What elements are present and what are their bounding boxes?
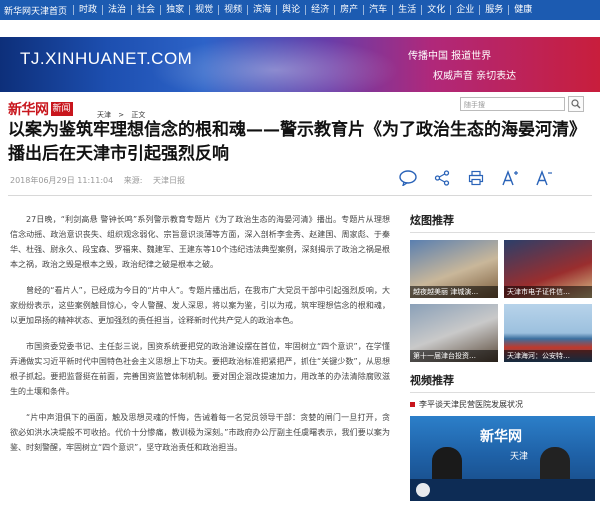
photo-caption: 天津海河：公安特… bbox=[504, 350, 592, 362]
font-increase-icon bbox=[502, 170, 518, 186]
page-title: 以案为鉴筑牢理想信念的根和魂——警示教育片《为了政治生态的海晏河清》播出后在天津… bbox=[8, 120, 586, 164]
share-icon bbox=[434, 170, 450, 186]
article-tools bbox=[398, 168, 554, 188]
banner-slogan-2: 权威声音 亲切表达 bbox=[433, 71, 517, 82]
source-label: 来源: bbox=[123, 176, 143, 185]
nav-item-fangchan[interactable]: 房产 bbox=[334, 5, 363, 15]
nav-item-shehui[interactable]: 社会 bbox=[131, 5, 160, 15]
top-nav: 新华网天津首页 时政 法治 社会 独家 视觉 视频 滨海 舆论 经济 房产 汽车… bbox=[0, 0, 600, 20]
comment-button[interactable] bbox=[398, 168, 418, 188]
font-increase-button[interactable] bbox=[500, 168, 520, 188]
nav-item-jiankang[interactable]: 健康 bbox=[508, 5, 537, 15]
photo-card[interactable]: 越夜越美丽 津城演… bbox=[410, 240, 498, 298]
nav-item-qiche[interactable]: 汽车 bbox=[363, 5, 392, 15]
photo-card[interactable]: 天津市电子证件信… bbox=[504, 240, 592, 298]
article-paragraph: 27日晚，“利剑高悬 警钟长鸣”系列警示教育专题片《为了政治生态的海晏河清》播出… bbox=[10, 215, 390, 269]
article-datetime: 2018年06月29日 11:11:04 bbox=[10, 176, 114, 185]
video-logo: 新华网 bbox=[480, 429, 522, 445]
logo-tag: 新闻 bbox=[50, 102, 73, 116]
video-section-title: 视频推荐 bbox=[410, 372, 595, 393]
search-icon bbox=[571, 99, 581, 109]
print-icon bbox=[468, 170, 484, 186]
video-link-text: 李平谈天津民营医院发展状况 bbox=[419, 400, 523, 409]
news-desk bbox=[410, 479, 595, 501]
article-paragraph: “片中声泪俱下的画面，触及思想灵魂的忏悔，告诫着每一名党员领导干部：贪婪的闸门一… bbox=[10, 413, 390, 452]
bullet-icon bbox=[410, 402, 415, 407]
video-thumbnail[interactable]: 新华网 天津 bbox=[410, 416, 595, 501]
photo-caption: 越夜越美丽 津城演… bbox=[410, 286, 498, 298]
print-button[interactable] bbox=[466, 168, 486, 188]
article-meta: 2018年06月29日 11:11:04 来源: 天津日报 bbox=[10, 175, 193, 186]
nav-item-jingji[interactable]: 经济 bbox=[305, 5, 334, 15]
comment-icon bbox=[399, 170, 417, 186]
article-source: 天津日报 bbox=[153, 176, 185, 185]
photo-card[interactable]: 天津海河：公安特… bbox=[504, 304, 592, 362]
nav-item-qiye[interactable]: 企业 bbox=[450, 5, 479, 15]
nav-item-fazhi[interactable]: 法治 bbox=[102, 5, 131, 15]
article-paragraph: 曾经的“看片人”，已经成为今日的“片中人”。专题片播出后，在我市广大党员干部中引… bbox=[10, 286, 390, 325]
photo-caption: 天津市电子证件信… bbox=[504, 286, 592, 298]
photo-caption: 第十一届津台投资… bbox=[410, 350, 498, 362]
article-paragraph: 市国资委党委书记、主任彭三说，国资系统要把党的政治建设摆在首位，牢固树立“四个意… bbox=[10, 342, 390, 396]
header-banner: TJ.XINHUANET.COM 传播中国 报道世界 权威声音 亲切表达 bbox=[0, 37, 600, 92]
nav-item-yulun[interactable]: 舆论 bbox=[276, 5, 305, 15]
nav-home-link[interactable]: 新华网天津首页 bbox=[0, 4, 73, 17]
nav-item-fuwu[interactable]: 服务 bbox=[479, 5, 508, 15]
nav-item-binhai[interactable]: 滨海 bbox=[247, 5, 276, 15]
play-icon[interactable] bbox=[416, 483, 430, 497]
banner-slogan-1: 传播中国 报道世界 bbox=[408, 51, 492, 62]
banner-url: TJ.XINHUANET.COM bbox=[20, 49, 193, 68]
divider bbox=[8, 195, 592, 196]
search-button[interactable] bbox=[568, 96, 584, 112]
nav-item-wenhua[interactable]: 文化 bbox=[421, 5, 450, 15]
nav-item-shizheng[interactable]: 时政 bbox=[73, 5, 102, 15]
video-logo-sub: 天津 bbox=[510, 452, 529, 462]
share-button[interactable] bbox=[432, 168, 452, 188]
site-logo[interactable]: 新华网 新闻 bbox=[8, 99, 73, 119]
font-decrease-button[interactable] bbox=[534, 168, 554, 188]
sidebar: 炫图推荐 越夜越美丽 津城演… 天津市电子证件信… 第十一届津台投资… 天津海河… bbox=[410, 212, 595, 501]
video-link[interactable]: 李平谈天津民营医院发展状况 bbox=[410, 399, 595, 410]
photo-section-title: 炫图推荐 bbox=[410, 212, 595, 233]
photo-card[interactable]: 第十一届津台投资… bbox=[410, 304, 498, 362]
photo-grid: 越夜越美丽 津城演… 天津市电子证件信… 第十一届津台投资… 天津海河：公安特… bbox=[410, 240, 595, 362]
search-input[interactable]: 随手搜 bbox=[460, 97, 565, 111]
article-body: 27日晚，“利剑高悬 警钟长鸣”系列警示教育专题片《为了政治生态的海晏河清》播出… bbox=[10, 212, 390, 466]
nav-item-shijue[interactable]: 视觉 bbox=[189, 5, 218, 15]
logo-name: 新华网 bbox=[8, 102, 49, 118]
nav-item-shipin[interactable]: 视频 bbox=[218, 5, 247, 15]
font-decrease-icon bbox=[536, 170, 552, 186]
nav-item-shenghuo[interactable]: 生活 bbox=[392, 5, 421, 15]
nav-item-dujia[interactable]: 独家 bbox=[160, 5, 189, 15]
